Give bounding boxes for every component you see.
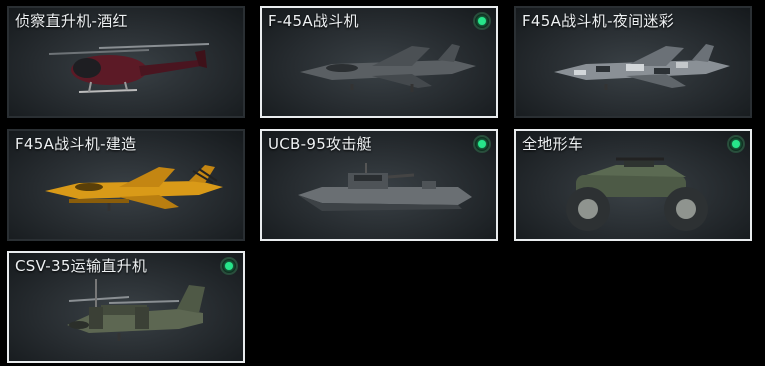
attack-boat-icon (298, 163, 472, 211)
tiltrotor-icon (67, 279, 205, 341)
atv-icon (566, 157, 708, 231)
vehicle-card-f45a-build[interactable]: F45A战斗机-建造 (7, 129, 245, 241)
owned-indicator-icon (473, 12, 491, 30)
vehicle-name: F45A战斗机-建造 (15, 135, 137, 153)
vehicle-card-ucb95[interactable]: UCB-95攻击艇 (260, 129, 498, 241)
vehicle-grid: 侦察直升机-酒红 F-45A战斗机 F45A战斗机-夜间迷彩 F45A战斗机-建… (0, 0, 765, 366)
scout-helicopter-icon (48, 43, 210, 93)
camo-fighter-jet-icon (554, 44, 730, 90)
vehicle-card-scout-helicopter[interactable]: 侦察直升机-酒红 (7, 6, 245, 118)
vehicle-name: F45A战斗机-夜间迷彩 (522, 12, 674, 30)
vehicle-card-atv[interactable]: 全地形车 (514, 129, 752, 241)
vehicle-name: 全地形车 (522, 135, 584, 153)
vehicle-name: 侦察直升机-酒红 (15, 12, 128, 30)
vehicle-card-f45a-night-camo[interactable]: F45A战斗机-夜间迷彩 (514, 6, 752, 118)
fighter-jet-icon (300, 44, 476, 92)
vehicle-name: CSV-35运输直升机 (15, 257, 148, 275)
vehicle-card-csv35[interactable]: CSV-35运输直升机 (7, 251, 245, 363)
vehicle-card-f45a[interactable]: F-45A战斗机 (260, 6, 498, 118)
owned-indicator-icon (220, 257, 238, 275)
owned-indicator-icon (727, 135, 745, 153)
vehicle-name: UCB-95攻击艇 (268, 135, 372, 153)
vehicle-name: F-45A战斗机 (268, 12, 359, 30)
yellow-fighter-jet-icon (45, 165, 223, 211)
owned-indicator-icon (473, 135, 491, 153)
